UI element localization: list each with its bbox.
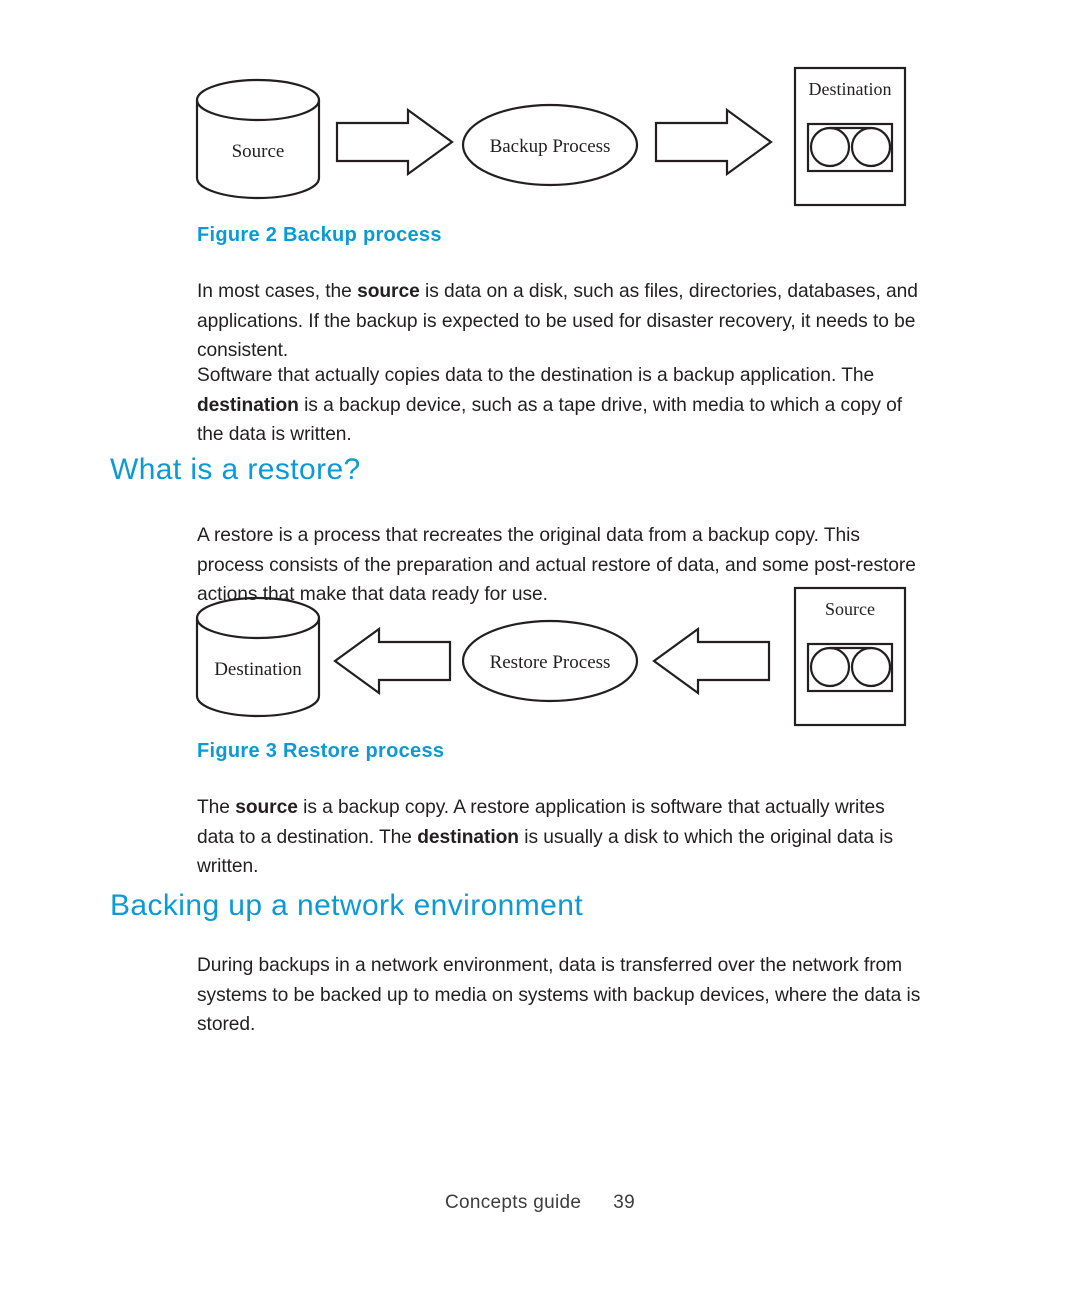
heading-what-is-a-restore: What is a restore? [110, 453, 361, 486]
cylinder-destination-label: Destination [214, 659, 302, 680]
figure-restore-process-diagram: Destination Restore Process Source [0, 580, 1080, 740]
text-fragment: is a backup device, such as a tape drive… [197, 394, 903, 446]
heading-backing-up-network-environment: Backing up a network environment [110, 889, 584, 922]
arrow-left-2-shape [652, 626, 771, 696]
figure-backup-process-diagram: Source Backup Process Destination [0, 60, 1080, 220]
paragraph-backup-destination: Software that actually copies data to th… [197, 361, 923, 450]
cylinder-source-label: Source [232, 141, 285, 162]
paragraph-network-environment: During backups in a network environment,… [197, 955, 921, 1036]
page-footer: Concepts guide 39 [0, 1192, 1080, 1214]
term-destination: destination [197, 394, 299, 416]
arrow-left-1-shape [333, 626, 452, 696]
arrow-right-2-shape [654, 107, 773, 177]
text-fragment: The [197, 797, 236, 819]
footer-guide-title: Concepts guide [445, 1192, 582, 1213]
ellipse-backup-process-label: Backup Process [490, 136, 611, 157]
tape-source-label: Source [825, 599, 875, 619]
figure-2-caption: Figure 2 Backup process [197, 224, 442, 246]
ellipse-restore-process-label: Restore Process [490, 652, 611, 673]
term-source: source [235, 797, 298, 819]
footer-page-number: 39 [613, 1192, 635, 1213]
arrow-right-1-shape [335, 107, 454, 177]
figure-3-caption: Figure 3 Restore process [197, 740, 445, 762]
tape-destination-label: Destination [809, 79, 892, 99]
text-fragment: Software that actually copies data to th… [197, 365, 875, 387]
paragraph-backup-source: In most cases, the source is data on a d… [197, 277, 923, 366]
cylinder-source-shape [195, 78, 321, 200]
document-page: Source Backup Process Destination Figure… [0, 0, 1080, 1296]
term-destination: destination [417, 826, 519, 848]
cylinder-destination-shape [195, 596, 321, 718]
text-fragment: In most cases, the [197, 281, 358, 303]
term-source: source [357, 281, 420, 303]
paragraph-restore-source-destination: The source is a backup copy. A restore a… [197, 793, 923, 882]
